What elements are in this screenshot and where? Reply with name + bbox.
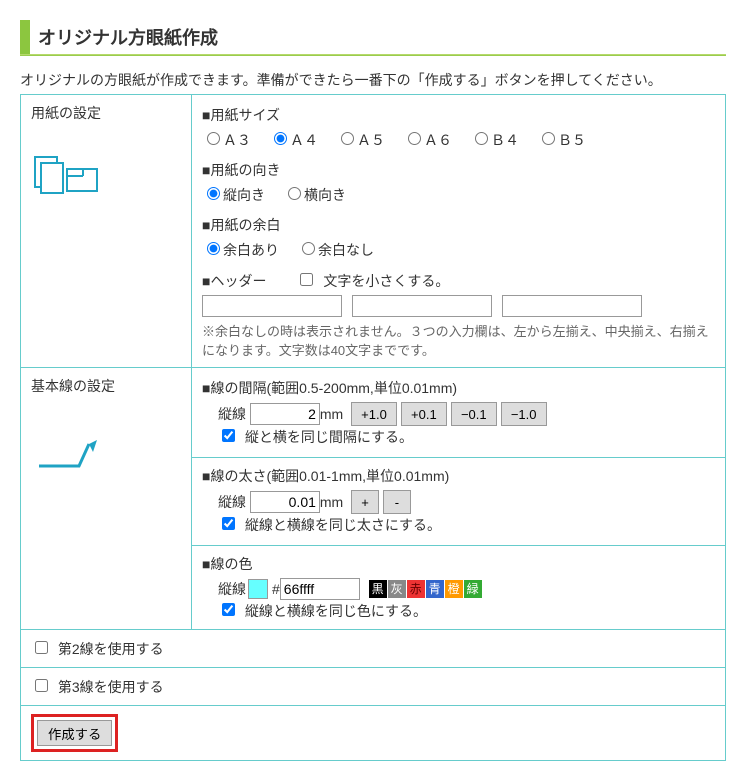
paper-section-label: 用紙の設定 — [31, 103, 101, 123]
color-btn-orange[interactable]: 橙 — [445, 580, 463, 598]
paper-margin-option[interactable]: 余白なし — [297, 242, 374, 258]
paper-size-option[interactable]: Ａ４ — [269, 132, 318, 148]
line3-cell: 第3線を使用する — [21, 668, 726, 706]
line2-checkbox-label[interactable]: 第2線を使用する — [31, 641, 164, 657]
color-field-label: 縦線 — [218, 579, 246, 599]
thickness-label: ■線の太さ(範囲0.01-1mm,単位0.01mm) — [202, 466, 715, 486]
paper-margin-radio[interactable] — [207, 242, 220, 255]
spacing-same-checkbox-label[interactable]: 縦と横を同じ間隔にする。 — [218, 429, 413, 445]
thickness-same-checkbox-label[interactable]: 縦線と横線を同じ太さにする。 — [218, 517, 441, 533]
paper-size-option[interactable]: Ｂ４ — [470, 132, 519, 148]
line2-cell: 第2線を使用する — [21, 630, 726, 668]
paper-orient-option[interactable]: 横向き — [283, 187, 346, 203]
spacing-label: ■線の間隔(範囲0.5-200mm,単位0.01mm) — [202, 378, 715, 398]
spacing-same-text: 縦と横を同じ間隔にする。 — [245, 429, 413, 445]
paper-size-radio[interactable] — [542, 132, 555, 145]
page-title: オリジナル方眼紙作成 — [20, 20, 726, 54]
paper-size-radio[interactable] — [408, 132, 421, 145]
paper-size-option[interactable]: Ａ６ — [403, 132, 452, 148]
paper-size-option[interactable]: Ｂ５ — [537, 132, 586, 148]
spacing-plus-01-button[interactable]: +0.1 — [401, 402, 447, 426]
paper-orient-radio[interactable] — [288, 187, 301, 200]
thickness-unit: mm — [320, 494, 343, 510]
header-small-checkbox-label[interactable]: 文字を小さくする。 — [296, 270, 449, 291]
paper-size-radio[interactable] — [341, 132, 354, 145]
color-same-checkbox[interactable] — [222, 603, 235, 616]
paper-size-radio[interactable] — [475, 132, 488, 145]
paper-margin-radios: 余白あり 余白なし — [202, 239, 715, 260]
thickness-minus-button[interactable]: - — [383, 490, 411, 514]
create-button[interactable]: 作成する — [37, 720, 112, 746]
settings-table: 用紙の設定 ■用紙サイズ Ａ３ Ａ４ Ａ５ Ａ６ Ｂ４ Ｂ５ ■用紙の向き 縦向き 横向き … — [20, 94, 726, 761]
header-label: ■ヘッダー — [202, 271, 266, 291]
paper-size-radio[interactable] — [207, 132, 220, 145]
paper-margin-radio[interactable] — [302, 242, 315, 255]
baseline-settings-cell: ■線の間隔(範囲0.5-200mm,単位0.01mm) 縦線 mm +1.0 +… — [192, 368, 726, 630]
thickness-input[interactable] — [250, 491, 320, 513]
color-btn-gray[interactable]: 灰 — [388, 580, 406, 598]
header-input-left[interactable] — [202, 295, 342, 317]
paper-orient-option[interactable]: 縦向き — [202, 187, 265, 203]
paper-size-option[interactable]: Ａ５ — [336, 132, 385, 148]
color-label: ■線の色 — [202, 554, 715, 574]
paper-margin-option[interactable]: 余白あり — [202, 242, 279, 258]
paper-size-radio[interactable] — [274, 132, 287, 145]
color-btn-red[interactable]: 赤 — [407, 580, 425, 598]
header-input-right[interactable] — [502, 295, 642, 317]
color-hash: # — [272, 581, 280, 597]
thickness-plus-button[interactable]: + — [351, 490, 379, 514]
spacing-minus-1-button[interactable]: −1.0 — [501, 402, 547, 426]
color-btn-blue[interactable]: 青 — [426, 580, 444, 598]
paper-size-label: ■用紙サイズ — [202, 105, 715, 125]
thickness-same-text: 縦線と横線を同じ太さにする。 — [245, 517, 441, 533]
paper-settings-cell: ■用紙サイズ Ａ３ Ａ４ Ａ５ Ａ６ Ｂ４ Ｂ５ ■用紙の向き 縦向き 横向き ■用紙の余白… — [192, 95, 726, 368]
baseline-section-header: 基本線の設定 — [21, 368, 192, 630]
paper-orient-radio[interactable] — [207, 187, 220, 200]
paper-margin-label: ■用紙の余白 — [202, 215, 715, 235]
header-small-checkbox[interactable] — [300, 273, 313, 286]
create-highlight: 作成する — [31, 714, 118, 752]
baseline-section-label: 基本線の設定 — [31, 376, 115, 396]
spacing-input[interactable] — [250, 403, 320, 425]
line2-text: 第2線を使用する — [58, 641, 164, 657]
spacing-minus-01-button[interactable]: −0.1 — [451, 402, 497, 426]
spacing-unit: mm — [320, 406, 343, 422]
create-cell: 作成する — [21, 706, 726, 761]
thickness-field-label: 縦線 — [218, 492, 246, 512]
line3-text: 第3線を使用する — [58, 679, 164, 695]
spacing-field-label: 縦線 — [218, 404, 246, 424]
line3-checkbox[interactable] — [35, 679, 48, 692]
color-same-checkbox-label[interactable]: 縦線と横線を同じ色にする。 — [218, 603, 427, 619]
paper-size-option[interactable]: Ａ３ — [202, 132, 251, 148]
intro-text: オリジナルの方眼紙が作成できます。準備ができたら一番下の「作成する」ボタンを押し… — [20, 70, 726, 90]
header-input-center[interactable] — [352, 295, 492, 317]
line3-checkbox-label[interactable]: 第3線を使用する — [31, 679, 164, 695]
spacing-plus-1-button[interactable]: +1.0 — [351, 402, 397, 426]
baseline-sep-2 — [192, 545, 725, 546]
spacing-same-checkbox[interactable] — [222, 429, 235, 442]
pencil-icon — [31, 426, 101, 472]
color-input[interactable] — [280, 578, 360, 600]
paper-icon — [31, 153, 101, 199]
paper-section-header: 用紙の設定 — [21, 95, 192, 368]
color-btn-black[interactable]: 黒 — [369, 580, 387, 598]
paper-size-radios: Ａ３ Ａ４ Ａ５ Ａ６ Ｂ４ Ｂ５ — [202, 129, 715, 150]
header-small-text: 文字を小さくする。 — [323, 273, 449, 289]
thickness-same-checkbox[interactable] — [222, 517, 235, 530]
header-note: ※余白なしの時は表示されません。３つの入力欄は、左から左揃え、中央揃え、右揃えに… — [202, 321, 715, 359]
paper-orient-label: ■用紙の向き — [202, 160, 715, 180]
paper-orient-radios: 縦向き 横向き — [202, 184, 715, 205]
color-swatch — [248, 579, 268, 599]
line2-checkbox[interactable] — [35, 641, 48, 654]
title-underline — [20, 54, 726, 56]
baseline-sep-1 — [192, 457, 725, 458]
color-btn-green[interactable]: 緑 — [464, 580, 482, 598]
color-same-text: 縦線と横線を同じ色にする。 — [245, 603, 427, 619]
